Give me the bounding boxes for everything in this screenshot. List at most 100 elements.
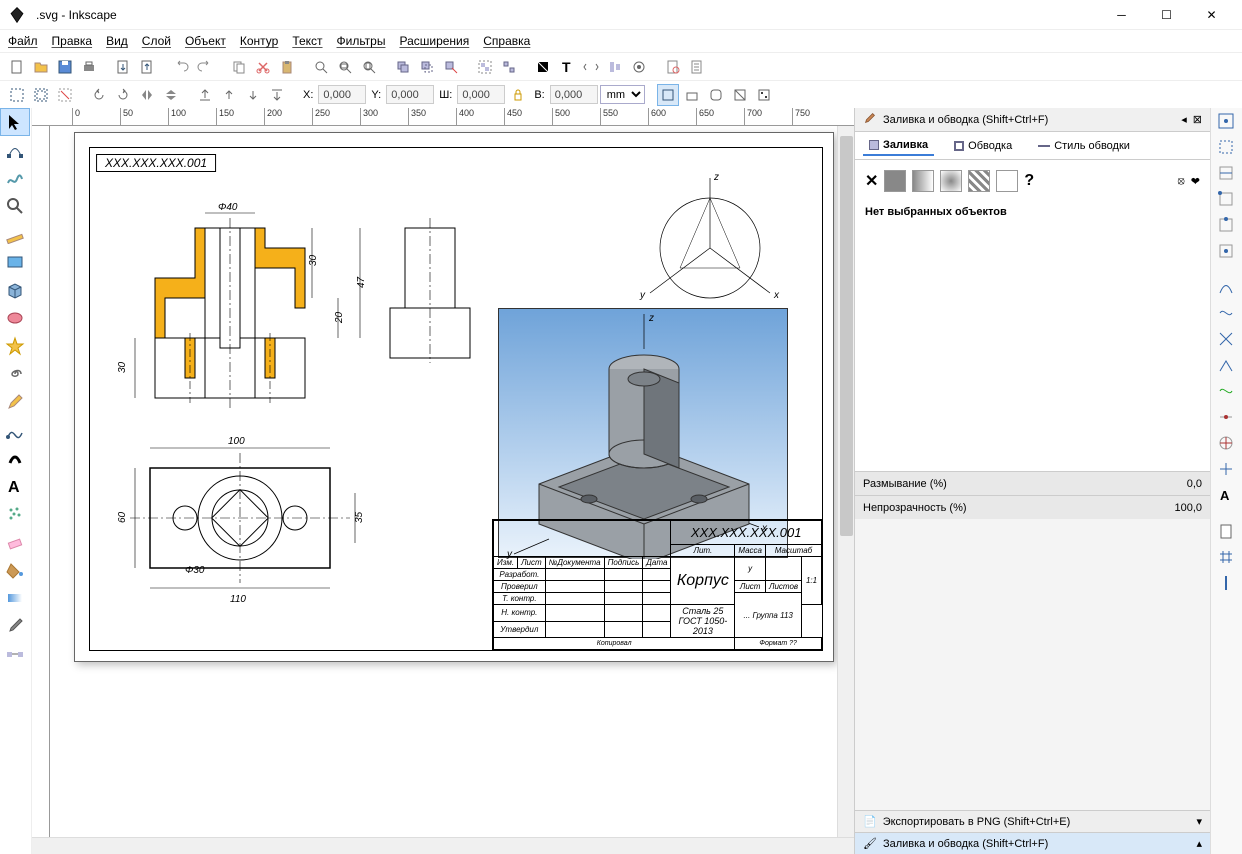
rect-tool[interactable] [0,248,30,276]
ellipse-tool[interactable] [0,304,30,332]
eraser-tool[interactable] [0,528,30,556]
tweak-tool[interactable] [0,164,30,192]
snap-bbox-midpoint-button[interactable] [1211,212,1241,238]
affect-pattern-button[interactable] [753,84,775,106]
lower-button[interactable] [242,84,264,106]
pencil-tool[interactable] [0,388,30,416]
tab-fill[interactable]: Заливка [863,136,934,156]
blur-value[interactable]: 0,0 [1187,478,1202,490]
menu-file[interactable]: Файл [8,34,38,48]
snap-object-center-button[interactable] [1211,430,1241,456]
menu-path[interactable]: Контур [240,34,278,48]
minimize-button[interactable]: ─ [1099,0,1144,30]
snap-path-button[interactable] [1211,300,1241,326]
lower-bottom-button[interactable] [266,84,288,106]
new-button[interactable] [6,56,28,78]
import-button[interactable] [112,56,134,78]
selector-tool[interactable] [0,108,30,136]
snap-bbox-corner-button[interactable] [1211,186,1241,212]
menu-filters[interactable]: Фильтры [337,34,386,48]
y-input[interactable] [386,85,434,104]
raise-button[interactable] [218,84,240,106]
text-tool[interactable]: A [0,472,30,500]
paint-none-icon[interactable]: ✕ [865,171,878,191]
scrollbar-horizontal[interactable] [32,837,854,854]
paste-button[interactable] [276,56,298,78]
tab-stroke-style[interactable]: Стиль обводки [1032,137,1136,155]
group-button[interactable] [474,56,496,78]
snap-cusp-button[interactable] [1211,352,1241,378]
menu-edit[interactable]: Правка [52,34,93,48]
snap-intersection-button[interactable] [1211,326,1241,352]
rotate-cw-button[interactable] [112,84,134,106]
select-all-layers-button[interactable] [30,84,52,106]
export-button[interactable] [136,56,158,78]
copy-button[interactable] [228,56,250,78]
measure-tool[interactable] [0,220,30,248]
redo-button[interactable] [194,56,216,78]
canvas[interactable]: XXX.XXX.XXX.001 [50,126,837,837]
menu-view[interactable]: Вид [106,34,128,48]
star-tool[interactable] [0,332,30,360]
raise-top-button[interactable] [194,84,216,106]
paint-swatch-button[interactable] [996,170,1018,192]
zoom-tool[interactable] [0,192,30,220]
scrollbar-vertical[interactable] [837,126,854,837]
menu-extensions[interactable]: Расширения [399,34,469,48]
unlink-clone-button[interactable] [440,56,462,78]
docprops-button[interactable] [662,56,684,78]
clone-button[interactable] [416,56,438,78]
snap-rotation-center-button[interactable] [1211,456,1241,482]
paint-clear-icon[interactable]: ⦻ [1178,175,1185,188]
snap-bbox-button[interactable] [1211,134,1241,160]
snap-node-button[interactable] [1211,274,1241,300]
open-button[interactable] [30,56,52,78]
prefs-button[interactable] [628,56,650,78]
snap-bbox-center-button[interactable] [1211,238,1241,264]
menu-object[interactable]: Объект [185,34,226,48]
affect-corner-button[interactable] [705,84,727,106]
text-button-top[interactable]: T [556,56,578,78]
snap-smooth-button[interactable] [1211,378,1241,404]
fill-stroke-button[interactable] [532,56,554,78]
close-button[interactable]: ✕ [1189,0,1234,30]
collapsed-export-panel[interactable]: 📄 Экспортировать в PNG (Shift+Ctrl+E) ▾ [855,810,1210,832]
align-button[interactable] [604,56,626,78]
flip-h-button[interactable] [136,84,158,106]
collapsed-fill-panel[interactable]: 🖌 Заливка и обводка (Shift+Ctrl+F) ▴ [855,832,1210,854]
zoom-page-button[interactable] [358,56,380,78]
flip-v-button[interactable] [160,84,182,106]
ungroup-button[interactable] [498,56,520,78]
box3d-tool[interactable] [0,276,30,304]
paint-inherit-icon[interactable]: ❤ [1191,175,1200,188]
rotate-ccw-button[interactable] [88,84,110,106]
zoom-fit-button[interactable] [310,56,332,78]
connector-tool[interactable] [0,640,30,668]
node-tool[interactable] [0,136,30,164]
zoom-drawing-button[interactable] [334,56,356,78]
affect-scale-button[interactable] [681,84,703,106]
paint-pattern-button[interactable] [968,170,990,192]
h-input[interactable] [550,85,598,104]
snap-enable-button[interactable] [1211,108,1241,134]
print-button[interactable] [78,56,100,78]
snap-guide-button[interactable] [1211,570,1241,596]
affect-move-button[interactable] [657,84,679,106]
menu-layer[interactable]: Слой [142,34,171,48]
x-input[interactable] [318,85,366,104]
spiral-tool[interactable] [0,360,30,388]
snap-grid-button[interactable] [1211,544,1241,570]
panel-close-icon[interactable]: ⊠ [1193,113,1202,126]
lock-aspect-icon[interactable] [507,84,529,106]
snap-text-button[interactable]: A [1211,482,1241,508]
menu-text[interactable]: Текст [292,34,322,48]
panel-collapse-icon[interactable]: ◂ [1181,113,1187,126]
select-all-button[interactable] [6,84,28,106]
dropper-tool[interactable] [0,612,30,640]
paint-linear-button[interactable] [912,170,934,192]
snap-line-mid-button[interactable] [1211,404,1241,430]
cut-button[interactable] [252,56,274,78]
undo-button[interactable] [170,56,192,78]
save-button[interactable] [54,56,76,78]
w-input[interactable] [457,85,505,104]
